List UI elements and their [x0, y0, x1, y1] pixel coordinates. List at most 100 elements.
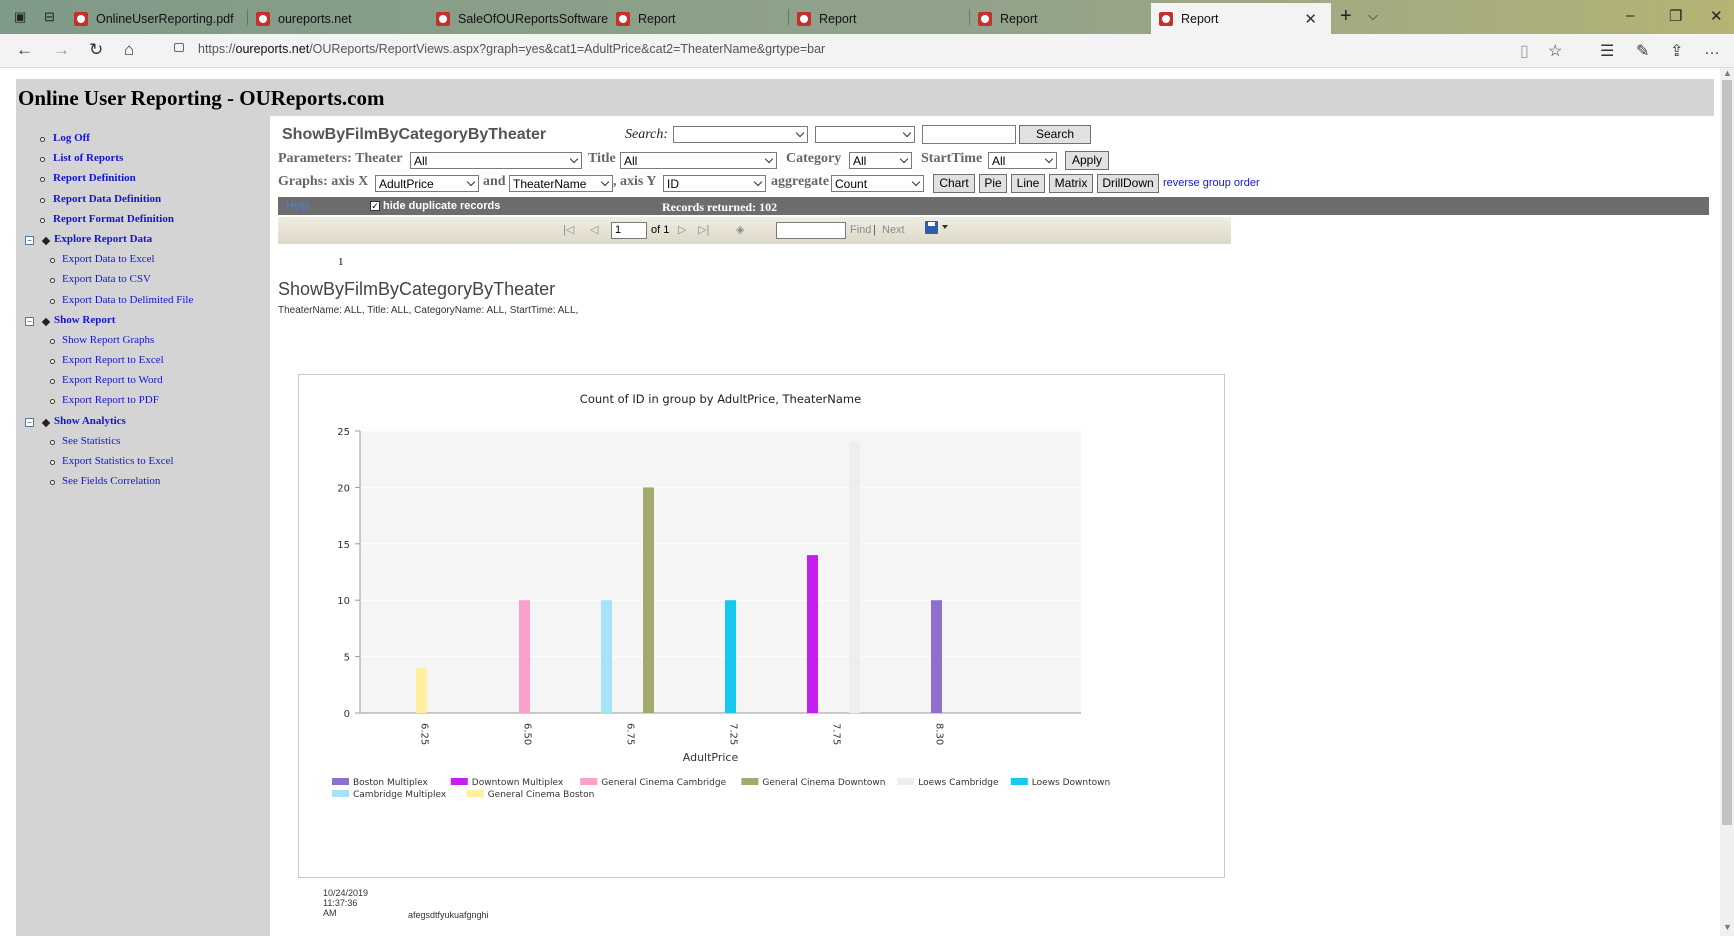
find-input[interactable]: [776, 222, 846, 239]
matrix-button[interactable]: Matrix: [1049, 174, 1093, 193]
sidebar-item-label[interactable]: Export Report to Word: [62, 374, 163, 386]
tab-actions-icon[interactable]: ▣: [14, 9, 26, 25]
restore-icon[interactable]: ❐: [1669, 7, 1682, 25]
sidebar-item-show-report-graphs[interactable]: Show Report Graphs: [16, 332, 270, 352]
axis-x-select[interactable]: AdultPrice: [375, 175, 479, 192]
home-icon[interactable]: ⌂: [124, 40, 134, 60]
close-tab-icon[interactable]: ✕: [1304, 10, 1317, 28]
export-dropdown-icon[interactable]: [942, 225, 948, 229]
favorites-list-icon[interactable]: ☰: [1600, 41, 1614, 61]
axis-y-select[interactable]: ID: [663, 175, 766, 192]
title-select[interactable]: All: [620, 152, 777, 169]
hide-duplicates-checkbox[interactable]: ✓: [370, 201, 380, 211]
sidebar-item-label[interactable]: Export Statistics to Excel: [62, 455, 174, 467]
chevron-down-icon[interactable]: ⌵: [1368, 8, 1378, 24]
apply-button[interactable]: Apply: [1065, 151, 1109, 170]
sidebar-group-show-report[interactable]: − Show Report: [16, 312, 270, 332]
collapse-toggle-icon[interactable]: −: [25, 417, 34, 427]
search-button[interactable]: Search: [1019, 125, 1091, 144]
pie-button[interactable]: Pie: [979, 174, 1007, 193]
back-to-parent-icon[interactable]: ◈: [736, 223, 744, 236]
export-save-icon[interactable]: [925, 221, 938, 234]
sidebar-group-show-analytics[interactable]: − Show Analytics: [16, 413, 270, 433]
tab-oureports[interactable]: oureports.net: [248, 3, 428, 34]
sidebar-item-label[interactable]: Log Off: [53, 132, 90, 144]
axis-x2-select[interactable]: TheaterName: [509, 175, 613, 192]
sidebar-item-label[interactable]: Report Definition: [53, 172, 136, 184]
sidebar-item-export-data-delimited[interactable]: Export Data to Delimited File: [16, 292, 270, 312]
sidebar-item-export-data-csv[interactable]: Export Data to CSV: [16, 271, 270, 291]
tab-sale[interactable]: SaleOfOUReportsSoftware.p: [428, 3, 608, 34]
more-menu-icon[interactable]: …: [1704, 41, 1720, 59]
search-operator-select[interactable]: [815, 126, 915, 143]
pen-notes-icon[interactable]: ✎: [1636, 41, 1649, 61]
back-arrow-icon[interactable]: ←: [16, 40, 33, 60]
sidebar-item-label[interactable]: Show Analytics: [54, 415, 126, 427]
category-select[interactable]: All: [849, 152, 912, 169]
sidebar-item-report-format-definition[interactable]: Report Format Definition: [16, 211, 270, 231]
sidebar-item-list-of-reports[interactable]: List of Reports: [16, 150, 270, 170]
next-page-icon[interactable]: ▷: [678, 223, 686, 236]
collapse-toggle-icon[interactable]: −: [25, 316, 34, 326]
sidebar-item-label[interactable]: See Fields Correlation: [62, 475, 160, 487]
find-link[interactable]: Find: [850, 224, 871, 236]
drilldown-button[interactable]: DrillDown: [1097, 174, 1159, 193]
tab-report-2[interactable]: Report: [789, 3, 969, 34]
scroll-up-icon[interactable]: ▲: [1723, 68, 1732, 78]
page-scrollbar[interactable]: ▲ ▼: [1720, 68, 1734, 936]
sidebar-item-export-data-excel[interactable]: Export Data to Excel: [16, 251, 270, 271]
page-number-input[interactable]: 1: [611, 222, 647, 239]
sidebar-group-explore-report-data[interactable]: − Explore Report Data: [16, 231, 270, 251]
sidebar-item-report-definition[interactable]: Report Definition: [16, 170, 270, 190]
aggregate-select[interactable]: Count: [831, 175, 924, 192]
tab-pdf[interactable]: OnlineUserReporting.pdf: [66, 3, 246, 34]
favorite-star-icon[interactable]: ☆: [1548, 41, 1562, 61]
sidebar-item-export-statistics-excel[interactable]: Export Statistics to Excel: [16, 453, 270, 473]
sidebar-item-label[interactable]: List of Reports: [53, 152, 123, 164]
chart-button[interactable]: Chart: [933, 174, 975, 193]
sidebar-item-log-off[interactable]: Log Off: [16, 130, 270, 150]
theater-select[interactable]: All: [410, 152, 582, 169]
search-field-select[interactable]: [673, 126, 808, 143]
line-button[interactable]: Line: [1011, 174, 1045, 193]
set-aside-tabs-icon[interactable]: ⊟: [44, 9, 55, 25]
sidebar-item-export-report-word[interactable]: Export Report to Word: [16, 372, 270, 392]
sidebar-item-label[interactable]: Show Report: [54, 314, 115, 326]
first-page-icon[interactable]: |◁: [563, 223, 574, 236]
sidebar-item-label[interactable]: See Statistics: [62, 435, 120, 447]
sidebar-item-export-report-pdf[interactable]: Export Report to PDF: [16, 392, 270, 412]
sidebar-item-label[interactable]: Export Report to PDF: [62, 394, 159, 406]
scrollbar-thumb[interactable]: [1722, 80, 1732, 825]
tab-report-3[interactable]: Report: [970, 3, 1150, 34]
last-page-icon[interactable]: ▷|: [698, 223, 709, 236]
refresh-icon[interactable]: ↻: [89, 40, 103, 60]
sidebar-item-label[interactable]: Export Data to Delimited File: [62, 294, 193, 306]
help-link[interactable]: Help: [286, 200, 309, 212]
hide-duplicates-label[interactable]: hide duplicate records: [383, 200, 500, 212]
tab-report-1[interactable]: Report: [608, 3, 788, 34]
next-link[interactable]: Next: [882, 224, 905, 236]
sidebar-item-label[interactable]: Report Format Definition: [53, 213, 174, 225]
sidebar-item-see-statistics[interactable]: See Statistics: [16, 433, 270, 453]
sidebar-item-label[interactable]: Export Report to Excel: [62, 354, 164, 366]
sidebar-item-label[interactable]: Show Report Graphs: [62, 334, 154, 346]
close-window-icon[interactable]: ✕: [1710, 7, 1723, 25]
reverse-group-order-link[interactable]: reverse group order: [1163, 177, 1260, 189]
sidebar-item-report-data-definition[interactable]: Report Data Definition: [16, 191, 270, 211]
share-icon[interactable]: ⇪: [1670, 41, 1683, 61]
search-input[interactable]: [922, 125, 1016, 144]
reading-view-icon[interactable]: ▯: [1520, 41, 1529, 61]
new-tab-icon[interactable]: +: [1340, 5, 1352, 28]
sidebar-item-label[interactable]: Report Data Definition: [53, 193, 161, 205]
collapse-toggle-icon[interactable]: −: [25, 235, 34, 245]
url-field[interactable]: https://oureports.net/OUReports/ReportVi…: [198, 42, 825, 56]
forward-arrow-icon[interactable]: →: [53, 40, 70, 60]
previous-page-icon[interactable]: ◁: [590, 223, 598, 236]
starttime-select[interactable]: All: [988, 152, 1057, 169]
sidebar-item-label[interactable]: Explore Report Data: [54, 233, 152, 245]
sidebar-item-label[interactable]: Export Data to Excel: [62, 253, 155, 265]
sidebar-item-see-fields-correlation[interactable]: See Fields Correlation: [16, 473, 270, 493]
sidebar-item-export-report-excel[interactable]: Export Report to Excel: [16, 352, 270, 372]
minimize-icon[interactable]: –: [1626, 7, 1634, 24]
sidebar-item-label[interactable]: Export Data to CSV: [62, 273, 151, 285]
